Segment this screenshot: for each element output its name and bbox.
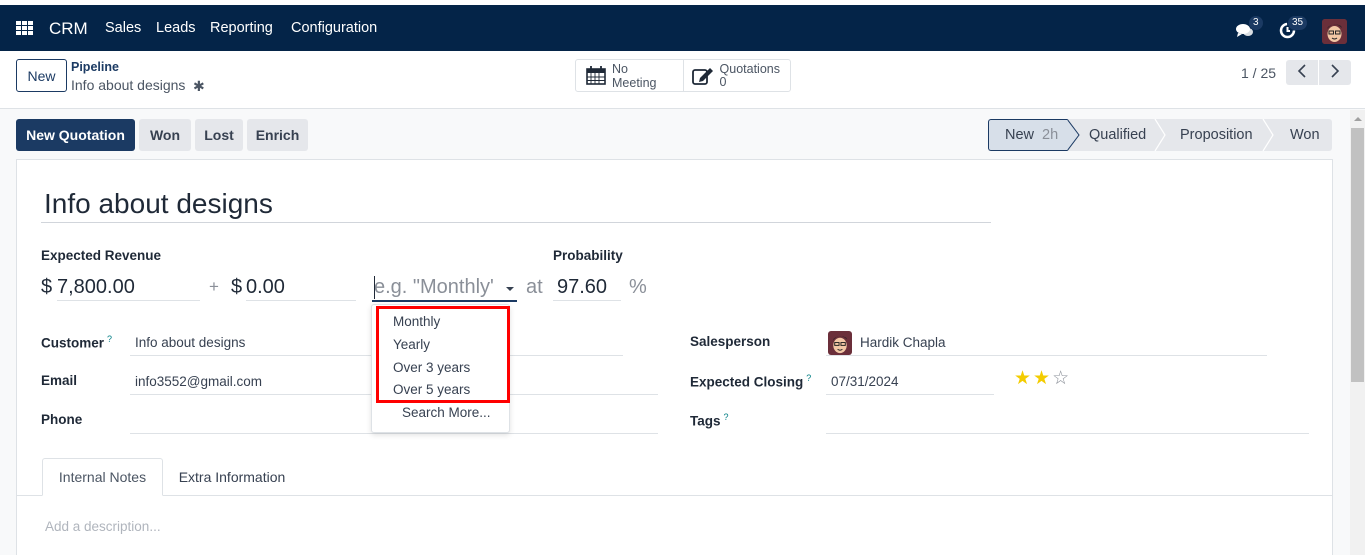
expected-revenue-input[interactable]: 7,800.00 bbox=[57, 276, 135, 299]
star-filled-icon[interactable]: ★ bbox=[1033, 368, 1052, 389]
pager-value[interactable]: 1 / 25 bbox=[1241, 65, 1276, 81]
highlight-box bbox=[376, 306, 510, 403]
control-panel: New Pipeline Info about designs ✱ No Mee… bbox=[0, 51, 1365, 109]
stage-qualified-label: Qualified bbox=[1089, 127, 1147, 143]
breadcrumb-pipeline[interactable]: Pipeline bbox=[71, 60, 119, 74]
currency-symbol: $ bbox=[41, 276, 53, 298]
app-name[interactable]: CRM bbox=[49, 19, 88, 39]
lead-title[interactable]: Info about designs bbox=[44, 188, 273, 220]
edit-icon bbox=[691, 66, 714, 85]
expected-revenue-underline bbox=[57, 300, 200, 301]
breadcrumb-current: Info about designs bbox=[71, 77, 186, 93]
stage-time: 2h bbox=[1042, 127, 1059, 143]
stage-statusbar: New 2h Qualified Proposition Won bbox=[988, 119, 1332, 151]
dropdown-search-more[interactable]: Search More... bbox=[402, 405, 491, 420]
tab-internal-notes[interactable]: Internal Notes bbox=[42, 458, 163, 496]
scrollbar-thumb[interactable] bbox=[1351, 128, 1364, 382]
gear-icon[interactable]: ✱ bbox=[193, 78, 205, 95]
star-filled-icon[interactable]: ★ bbox=[1014, 368, 1033, 389]
tags-underline bbox=[826, 433, 1309, 434]
tags-label-text: Tags bbox=[690, 413, 721, 429]
star-empty-icon[interactable]: ☆ bbox=[1052, 368, 1071, 389]
chevron-right-icon bbox=[1330, 64, 1340, 81]
expected-revenue-label: Expected Revenue bbox=[41, 248, 162, 263]
customer-input[interactable]: Info about designs bbox=[135, 335, 245, 350]
expected-closing-label-text: Expected Closing bbox=[690, 374, 804, 390]
expected-closing-underline bbox=[826, 394, 994, 395]
activities-badge: 35 bbox=[1288, 16, 1308, 30]
won-button[interactable]: Won bbox=[139, 119, 191, 151]
quotations-label: Quotations bbox=[719, 61, 780, 76]
email-label: Email bbox=[41, 373, 78, 388]
expected-closing-input[interactable]: 07/31/2024 bbox=[831, 374, 899, 389]
probability-label: Probability bbox=[553, 248, 623, 263]
lost-button[interactable]: Lost bbox=[195, 119, 243, 151]
probability-input[interactable]: 97.60 bbox=[557, 276, 607, 299]
help-icon[interactable]: ? bbox=[724, 412, 729, 422]
stage-proposition[interactable]: Proposition bbox=[1160, 119, 1274, 151]
menu-leads[interactable]: Leads bbox=[156, 20, 196, 36]
quotations-count: 0 bbox=[719, 74, 727, 89]
menu-reporting[interactable]: Reporting bbox=[210, 20, 273, 36]
quotations-button[interactable]: Quotations 0 bbox=[682, 60, 790, 91]
pager-previous-button[interactable] bbox=[1286, 60, 1318, 85]
stage-won-label: Won bbox=[1290, 127, 1320, 143]
stage-proposition-label: Proposition bbox=[1180, 127, 1253, 143]
recurring-revenue-input[interactable]: 0.00 bbox=[246, 276, 285, 299]
messages-badge: 3 bbox=[1249, 16, 1263, 30]
recurring-currency: $ bbox=[231, 276, 243, 298]
tags-label: Tags? bbox=[690, 412, 729, 429]
recurring-plan-underline bbox=[372, 300, 517, 302]
title-underline bbox=[41, 222, 991, 223]
email-input[interactable]: info3552@gmail.com bbox=[135, 374, 262, 389]
customer-label: Customer? bbox=[41, 334, 112, 351]
recurring-revenue-underline bbox=[246, 300, 356, 301]
salesperson-avatar bbox=[828, 331, 852, 355]
customer-label-text: Customer bbox=[41, 335, 105, 351]
pager-next-button[interactable] bbox=[1319, 60, 1351, 85]
stage-new-label: New bbox=[1005, 127, 1035, 143]
smart-buttons: No Meeting Quotations 0 bbox=[575, 59, 791, 92]
user-avatar[interactable] bbox=[1322, 19, 1347, 44]
tab-extra-information[interactable]: Extra Information bbox=[164, 458, 300, 496]
enrich-button[interactable]: Enrich bbox=[247, 119, 308, 151]
new-quotation-button[interactable]: New Quotation bbox=[16, 119, 135, 151]
probability-underline bbox=[553, 300, 621, 301]
at-label: at bbox=[526, 276, 543, 298]
menu-sales[interactable]: Sales bbox=[105, 20, 141, 36]
priority-stars: ★★☆ bbox=[1014, 367, 1071, 390]
phone-label: Phone bbox=[41, 412, 83, 427]
percent-sign: % bbox=[629, 276, 647, 298]
caret-down-icon[interactable] bbox=[506, 287, 514, 291]
new-button[interactable]: New bbox=[16, 59, 67, 92]
plus-sign: + bbox=[209, 277, 219, 296]
scroll-up-icon[interactable] bbox=[1354, 117, 1362, 121]
description-input[interactable]: Add a description... bbox=[45, 519, 161, 534]
expected-closing-label: Expected Closing? bbox=[690, 373, 811, 390]
meeting-button[interactable]: No Meeting bbox=[576, 60, 683, 91]
help-icon[interactable]: ? bbox=[107, 334, 112, 344]
text-cursor bbox=[374, 276, 375, 299]
salesperson-label: Salesperson bbox=[690, 334, 771, 349]
apps-grid-icon[interactable] bbox=[16, 21, 33, 35]
salesperson-underline bbox=[826, 355, 1267, 356]
help-icon[interactable]: ? bbox=[806, 373, 811, 383]
main-navbar: CRM Sales Leads Reporting Configuration … bbox=[0, 5, 1365, 51]
stage-won[interactable]: Won bbox=[1268, 119, 1332, 151]
phone-underline bbox=[130, 433, 658, 434]
menu-configuration[interactable]: Configuration bbox=[291, 20, 377, 36]
stage-qualified[interactable]: Qualified bbox=[1068, 119, 1166, 151]
stage-new[interactable]: New 2h bbox=[988, 119, 1080, 151]
chevron-left-icon bbox=[1297, 64, 1307, 81]
meeting-label: No Meeting bbox=[612, 61, 657, 90]
recurring-plan-input[interactable]: e.g. "Monthly' bbox=[374, 276, 494, 299]
calendar-icon bbox=[586, 66, 606, 85]
salesperson-input[interactable]: Hardik Chapla bbox=[860, 335, 946, 350]
